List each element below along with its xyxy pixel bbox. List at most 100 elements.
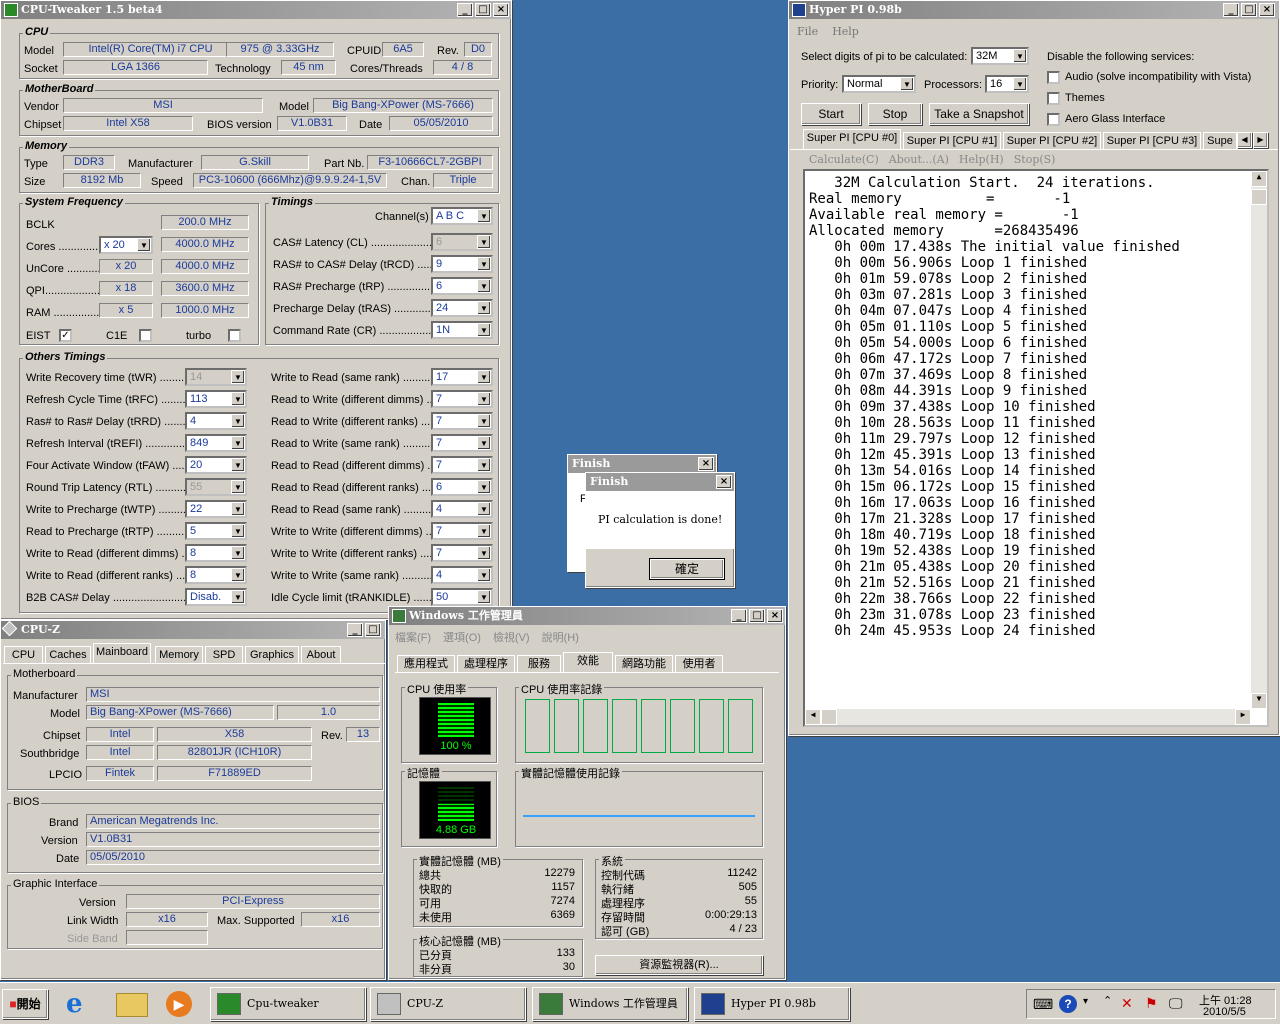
explorer-icon[interactable]	[116, 993, 148, 1017]
taskbar-item[interactable]: CPU-Z	[370, 987, 526, 1021]
tm-menu-item[interactable]: 說明(H)	[542, 629, 579, 645]
media-player-icon[interactable]: ▶	[166, 991, 192, 1017]
eist-checkbox[interactable]: ✓	[59, 329, 72, 342]
other-timing-select[interactable]: 55 ▼	[185, 478, 247, 496]
other-timing-select[interactable]: 7 ▼	[431, 522, 493, 540]
maximize-icon[interactable]: □	[365, 623, 381, 637]
maximize-icon[interactable]: □	[749, 609, 765, 623]
other-timing-select[interactable]: 17 ▼	[431, 368, 493, 386]
cpu-tab[interactable]: Super PI [CPU #0]	[803, 129, 901, 149]
other-timing-select[interactable]: 6 ▼	[431, 478, 493, 496]
scroll-down-icon[interactable]: ▼	[1251, 693, 1267, 709]
ok-button[interactable]: 確定	[649, 558, 725, 580]
start-button[interactable]: ■開始	[2, 989, 48, 1019]
other-timing-select[interactable]: 4 ▼	[431, 500, 493, 518]
close-icon[interactable]: ×	[698, 457, 714, 471]
cpu-tab[interactable]: Super PI [CPU #1]	[903, 132, 1001, 149]
help-icon[interactable]: ?	[1059, 995, 1077, 1013]
menu-item[interactable]: Help	[832, 25, 859, 38]
service-checkbox[interactable]	[1047, 113, 1060, 126]
other-timing-select[interactable]: 5 ▼	[185, 522, 247, 540]
close-icon[interactable]: ×	[1259, 3, 1275, 17]
channel-select[interactable]: A B C ▼	[431, 207, 493, 225]
sub-menu-item[interactable]: About...(A)	[889, 153, 949, 166]
monitor-icon[interactable]: 🖵	[1169, 995, 1183, 1012]
other-timing-select[interactable]: 113 ▼	[185, 390, 247, 408]
hyper-pi-titlebar[interactable]: Hyper PI 0.98b _ □ ×	[789, 1, 1279, 19]
tab-scroll-right-icon[interactable]: ▶	[1253, 132, 1268, 148]
tm-tab[interactable]: 效能	[563, 652, 613, 672]
tm-tab[interactable]: 網路功能	[615, 655, 673, 672]
tm-tab[interactable]: 應用程式	[397, 655, 455, 672]
close-icon[interactable]: ×	[767, 609, 783, 623]
resource-monitor-button[interactable]: 資源監視器(R)...	[595, 955, 763, 975]
other-timing-select[interactable]: 7 ▼	[431, 544, 493, 562]
timing-select[interactable]: 6 ▼	[431, 233, 493, 251]
ie-icon[interactable]: e	[66, 991, 96, 1019]
clock-date[interactable]: 2010/5/5	[1203, 1006, 1246, 1018]
tm-menu-item[interactable]: 檔案(F)	[395, 629, 431, 645]
taskbar-item[interactable]: Cpu-tweaker	[210, 987, 366, 1021]
service-checkbox[interactable]	[1047, 92, 1060, 105]
other-timing-select[interactable]: 849 ▼	[185, 434, 247, 452]
chevron-down-icon[interactable]: ▾	[1083, 996, 1088, 1007]
tm-tab[interactable]: 處理程序	[457, 655, 515, 672]
chevron-up-icon[interactable]: ⌃	[1103, 994, 1112, 1007]
other-timing-select[interactable]: 50 ▼	[431, 588, 493, 606]
other-timing-select[interactable]: Disab. ▼	[185, 588, 247, 606]
other-timing-select[interactable]: 7 ▼	[431, 412, 493, 430]
maximize-icon[interactable]: □	[475, 3, 491, 17]
service-checkbox[interactable]	[1047, 71, 1060, 84]
taskbar-item[interactable]: Hyper PI 0.98b	[694, 987, 850, 1021]
other-timing-select[interactable]: 7 ▼	[431, 456, 493, 474]
network-warning-icon[interactable]: ✕	[1121, 995, 1133, 1012]
cpuz-titlebar[interactable]: CPU-Z _ □	[1, 620, 385, 639]
other-timing-select[interactable]: 7 ▼	[431, 390, 493, 408]
other-timing-select[interactable]: 14 ▼	[185, 368, 247, 386]
scroll-up-icon[interactable]: ▲	[1251, 171, 1267, 187]
processors-select[interactable]: 16 ▼	[985, 75, 1029, 93]
taskbar-item[interactable]: Windows 工作管理員	[532, 987, 688, 1021]
tab-scroll-left-icon[interactable]: ◀	[1237, 132, 1252, 148]
timing-select[interactable]: 9 ▼	[431, 255, 493, 273]
sub-menu-item[interactable]: Stop(S)	[1014, 153, 1056, 166]
other-timing-select[interactable]: 20 ▼	[185, 456, 247, 474]
other-timing-select[interactable]: 22 ▼	[185, 500, 247, 518]
cpuz-tab[interactable]: Memory	[155, 646, 203, 663]
scroll-left-icon[interactable]: ◀	[805, 709, 821, 725]
timing-select[interactable]: 1N ▼	[431, 321, 493, 339]
cpu-tab[interactable]: Super PI [CPU #2]	[1003, 132, 1101, 149]
tm-menu-item[interactable]: 檢視(V)	[493, 629, 530, 645]
sub-menu-item[interactable]: Help(H)	[959, 153, 1004, 166]
close-icon[interactable]: ×	[493, 3, 509, 17]
cpuz-tab[interactable]: About	[301, 646, 341, 663]
minimize-icon[interactable]: _	[1223, 3, 1239, 17]
digits-select[interactable]: 32M ▼	[971, 47, 1029, 65]
menu-item[interactable]: File	[797, 25, 818, 38]
timing-select[interactable]: 6 ▼	[431, 277, 493, 295]
scroll-right-icon[interactable]: ▶	[1235, 709, 1251, 725]
timing-select[interactable]: 24 ▼	[431, 299, 493, 317]
maximize-icon[interactable]: □	[1241, 3, 1257, 17]
finish-titlebar[interactable]: Finish ×	[586, 473, 734, 491]
horizontal-scrollbar[interactable]: ◀ ▶	[805, 709, 1251, 725]
close-icon[interactable]: ×	[716, 475, 732, 489]
cpuz-tab[interactable]: Graphics	[245, 646, 299, 663]
finish-back-titlebar[interactable]: Finish ×	[568, 455, 716, 473]
cpu-tweaker-titlebar[interactable]: CPU-Tweaker 1.5 beta4 _ □ ×	[1, 1, 511, 19]
sub-menu-item[interactable]: Calculate(C)	[809, 153, 879, 166]
hp-action-button[interactable]: Stop	[868, 103, 922, 125]
c1e-checkbox[interactable]	[139, 329, 152, 342]
cpuz-tab[interactable]: SPD	[205, 646, 243, 663]
hp-action-button[interactable]: Take a Snapshot	[929, 103, 1029, 125]
tm-menu-item[interactable]: 選項(O)	[443, 629, 481, 645]
vertical-scrollbar[interactable]: ▲ ▼	[1251, 171, 1267, 709]
other-timing-select[interactable]: 7 ▼	[431, 434, 493, 452]
minimize-icon[interactable]: _	[731, 609, 747, 623]
cpu-tab[interactable]: Supe	[1203, 132, 1237, 149]
cpuz-tab[interactable]: Caches	[45, 646, 91, 663]
cores-multiplier-select[interactable]: x 20 ▼	[99, 236, 153, 254]
cpuz-tab[interactable]: Mainboard	[93, 643, 151, 663]
task-manager-titlebar[interactable]: Windows 工作管理員 _ □ ×	[389, 607, 785, 625]
other-timing-select[interactable]: 4 ▼	[431, 566, 493, 584]
